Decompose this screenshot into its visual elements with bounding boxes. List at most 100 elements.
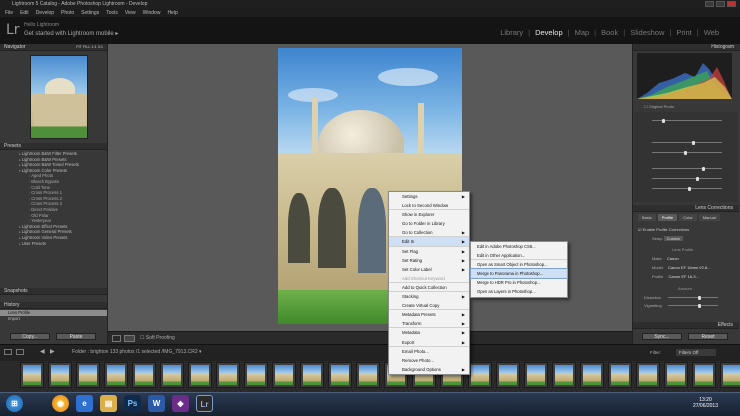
internet-explorer-icon[interactable]: e bbox=[76, 395, 93, 412]
filmstrip-thumbnail[interactable] bbox=[552, 362, 576, 388]
tab-profile[interactable]: Profile bbox=[657, 214, 678, 221]
snapshots-header[interactable]: Snapshots bbox=[0, 288, 107, 295]
effects-header[interactable]: Effects bbox=[633, 322, 739, 329]
context-menu-item[interactable]: Set Rating ▶ bbox=[389, 256, 469, 265]
edit-in-item[interactable]: Edit in Other Application... bbox=[471, 251, 567, 261]
second-window-icon[interactable] bbox=[4, 349, 12, 355]
filmstrip-thumbnail[interactable] bbox=[664, 362, 688, 388]
filmstrip-thumbnail[interactable] bbox=[132, 362, 156, 388]
filmstrip-thumbnail[interactable] bbox=[188, 362, 212, 388]
context-menu-item[interactable]: Go to Collection ▶ bbox=[389, 228, 469, 238]
context-menu-item[interactable]: Remove Photo... bbox=[389, 356, 469, 365]
context-menu-item[interactable]: Lock to Second Window bbox=[389, 201, 469, 211]
histogram[interactable] bbox=[637, 53, 732, 99]
history-item[interactable]: Import bbox=[0, 316, 107, 322]
module-slideshow[interactable]: Slideshow bbox=[627, 28, 667, 37]
histogram-header[interactable]: Histogram bbox=[633, 44, 740, 51]
menu-help[interactable]: Help bbox=[167, 9, 177, 17]
filmstrip-info[interactable]: Folder : brighton 133 photos /1 selected… bbox=[72, 349, 202, 355]
filmstrip-thumbnail[interactable] bbox=[356, 362, 380, 388]
filmstrip-thumbnail[interactable] bbox=[720, 362, 740, 388]
edit-in-item[interactable]: Open as Layers in Photoshop... bbox=[471, 287, 567, 296]
context-menu-item[interactable]: Create Virtual Copy bbox=[389, 301, 469, 311]
mobile-prompt[interactable]: Get started with Lightroom mobile ▸ bbox=[24, 30, 118, 37]
module-map[interactable]: Map bbox=[572, 28, 593, 37]
filmstrip-thumbnail[interactable] bbox=[48, 362, 72, 388]
lens-corrections-header[interactable]: Lens Corrections bbox=[633, 205, 739, 212]
reset-button[interactable]: Reset bbox=[688, 333, 728, 340]
menu-develop[interactable]: Develop bbox=[36, 9, 54, 17]
context-menu-item[interactable]: Go to Folder in Library bbox=[389, 219, 469, 228]
filmstrip-thumbnail[interactable] bbox=[104, 362, 128, 388]
model-row[interactable]: Model Canon EF 16mm f/2.8... bbox=[652, 265, 711, 270]
filmstrip-thumbnail[interactable] bbox=[328, 362, 352, 388]
vignetting-slider[interactable] bbox=[668, 303, 718, 308]
context-menu-item[interactable]: Settings ▶ bbox=[389, 192, 469, 201]
filmstrip-thumbnail[interactable] bbox=[524, 362, 548, 388]
context-menu-item[interactable]: Add to Quick Collection bbox=[389, 283, 469, 293]
filter-select[interactable]: Filters Off bbox=[676, 349, 716, 356]
before-after-icon[interactable] bbox=[124, 335, 135, 342]
module-web[interactable]: Web bbox=[701, 28, 722, 37]
distortion-slider[interactable] bbox=[668, 295, 718, 300]
preset-folder[interactable]: User Presets bbox=[10, 241, 106, 247]
tab-manual[interactable]: Manual bbox=[698, 214, 720, 221]
filmstrip-thumbnail[interactable] bbox=[608, 362, 632, 388]
profile-row[interactable]: Profile Canon EF 16-3... bbox=[652, 274, 699, 279]
forward-arrow-icon[interactable]: ▶ bbox=[50, 348, 55, 355]
sync-button[interactable]: Sync... bbox=[642, 333, 682, 340]
menu-settings[interactable]: Settings bbox=[81, 9, 99, 17]
app-icon[interactable]: ◈ bbox=[172, 395, 189, 412]
chrome-icon[interactable]: ◉ bbox=[52, 395, 69, 412]
module-library[interactable]: Library bbox=[497, 28, 526, 37]
setup-row[interactable]: Setup Custom bbox=[652, 236, 684, 241]
context-menu-item[interactable]: Transform ▶ bbox=[389, 319, 469, 329]
make-row[interactable]: Make Canon bbox=[652, 256, 679, 261]
filmstrip-thumbnail[interactable] bbox=[636, 362, 660, 388]
word-icon[interactable]: W bbox=[148, 395, 165, 412]
filmstrip-thumbnail[interactable] bbox=[20, 362, 44, 388]
loupe-view-icon[interactable] bbox=[112, 335, 121, 342]
context-menu-item[interactable]: Metadata ▶ bbox=[389, 328, 469, 337]
edit-in-item[interactable]: Open as Smart Object in Photoshop... bbox=[471, 260, 567, 269]
lightroom-taskbar-icon[interactable]: Lr bbox=[196, 395, 213, 412]
module-print[interactable]: Print bbox=[673, 28, 694, 37]
module-develop[interactable]: Develop bbox=[532, 28, 566, 37]
menu-edit[interactable]: Edit bbox=[20, 9, 29, 17]
soft-proofing-toggle[interactable]: ☐ Soft Proofing bbox=[140, 335, 175, 341]
filmstrip-thumbnail[interactable] bbox=[76, 362, 100, 388]
presets-header[interactable]: Presets bbox=[0, 143, 107, 150]
filmstrip-thumbnail[interactable] bbox=[216, 362, 240, 388]
copy-button[interactable]: Copy... bbox=[10, 333, 50, 340]
paste-button[interactable]: Paste bbox=[56, 333, 96, 340]
navigator-zoom-options[interactable]: FIT FILL 1:1 3:1 bbox=[76, 44, 103, 50]
menu-view[interactable]: View bbox=[125, 9, 136, 17]
explorer-icon[interactable]: ▤ bbox=[100, 395, 117, 412]
filmstrip-thumbnail[interactable] bbox=[160, 362, 184, 388]
original-photo-checkbox[interactable]: ☐ Original Photo bbox=[644, 104, 674, 109]
context-menu-item[interactable]: Show in Explorer bbox=[389, 210, 469, 219]
maximize-button[interactable] bbox=[716, 1, 725, 7]
context-menu-item[interactable]: Set Flag ▶ bbox=[389, 247, 469, 256]
filmstrip-thumbnail[interactable] bbox=[580, 362, 604, 388]
menu-window[interactable]: Window bbox=[143, 9, 161, 17]
context-menu-item[interactable]: Email Photo... bbox=[389, 347, 469, 356]
module-book[interactable]: Book bbox=[598, 28, 621, 37]
photoshop-icon[interactable]: Ps bbox=[124, 395, 141, 412]
close-button[interactable] bbox=[727, 1, 736, 7]
context-menu-item[interactable]: Edit In ▶ bbox=[389, 237, 469, 247]
menu-photo[interactable]: Photo bbox=[61, 9, 74, 17]
filmstrip-thumbnail[interactable] bbox=[692, 362, 716, 388]
menu-file[interactable]: File bbox=[5, 9, 13, 17]
filmstrip-thumbnail[interactable] bbox=[272, 362, 296, 388]
minimize-button[interactable] bbox=[705, 1, 714, 7]
start-button[interactable]: ⊞ bbox=[6, 395, 23, 412]
filmstrip-thumbnail[interactable] bbox=[244, 362, 268, 388]
filmstrip-thumbnail[interactable] bbox=[496, 362, 520, 388]
context-menu-item[interactable]: Export ▶ bbox=[389, 338, 469, 347]
edit-in-item[interactable]: Merge to HDR Pro in Photoshop... bbox=[471, 278, 567, 287]
filmstrip-thumbnail[interactable] bbox=[468, 362, 492, 388]
context-menu-item[interactable]: Stacking ▶ bbox=[389, 292, 469, 301]
history-header[interactable]: History bbox=[0, 302, 107, 309]
grid-view-icon[interactable] bbox=[16, 349, 24, 355]
